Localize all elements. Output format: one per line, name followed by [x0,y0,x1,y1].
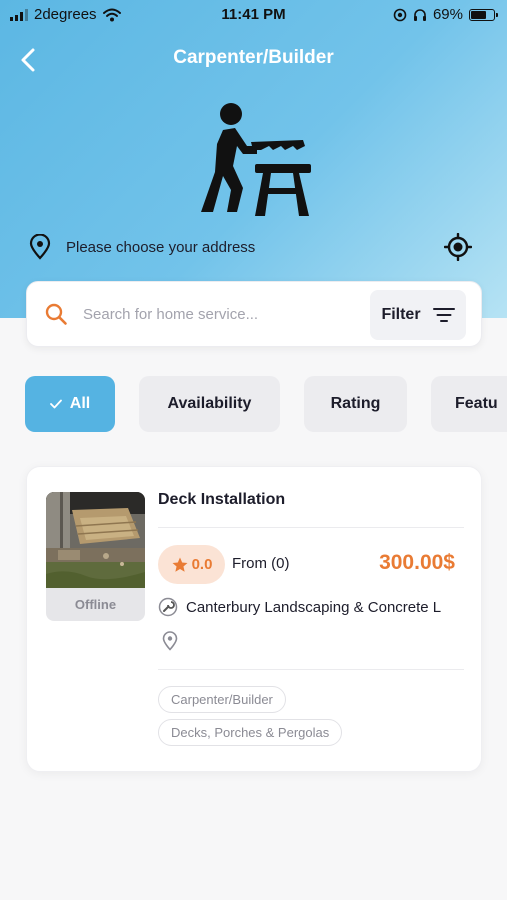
business-row: Canterbury Landscaping & Concrete L [158,595,464,619]
chip-availability[interactable]: Availability [139,376,280,432]
wrench-icon [158,597,178,617]
screen-lock-icon [393,8,407,21]
service-title: Deck Installation [158,491,286,508]
chip-rating-label: Rating [330,395,381,412]
address-picker[interactable]: Please choose your address [66,239,443,256]
divider [158,669,464,670]
chip-availability-label: Availability [167,395,252,412]
business-name: Canterbury Landscaping & Concrete L [186,598,442,616]
search-icon [43,301,69,327]
filter-chips: All Availability Rating Featu [25,376,507,432]
location-pin-icon [158,629,182,653]
filter-label: Filter [381,306,421,323]
headphones-icon [413,8,426,21]
carpenter-saw-icon [201,103,311,216]
chip-featured[interactable]: Featu [431,376,507,432]
crosshair-icon[interactable] [443,232,473,262]
search-bar: Filter [26,281,482,347]
offline-badge: Offline [46,588,145,621]
status-bar: 2degrees 11:41 PM 69% [0,0,507,30]
search-input[interactable] [83,305,353,323]
rating-value: 0.0 [191,556,213,573]
rating-badge: 0.0 [158,545,225,584]
address-row: Please choose your address [28,232,473,262]
status-right: 69% [393,6,498,23]
chip-featured-label: Featu [455,395,498,412]
service-card[interactable]: Offline Deck Installation 0.0 From (0) 3… [26,466,482,772]
header-banner: 2degrees 11:41 PM 69% Carpenter/Builder … [0,0,507,318]
chip-rating[interactable]: Rating [304,376,407,432]
service-thumbnail [46,492,145,588]
map-pin-icon [28,233,52,261]
chip-all-label: All [69,395,91,412]
service-price: 300.00$ [379,551,455,574]
star-icon [172,557,188,572]
battery-icon [469,8,498,21]
chip-all[interactable]: All [25,376,115,432]
category-tag[interactable]: Carpenter/Builder [158,686,286,713]
check-icon [49,399,62,409]
filter-button[interactable]: Filter [370,290,466,340]
review-count: From (0) [232,555,290,572]
page-title: Carpenter/Builder [173,47,334,68]
battery-percent: 69% [432,6,463,23]
divider [158,527,464,528]
subcategory-tag[interactable]: Decks, Porches & Pergolas [158,719,343,746]
filter-lines-icon [432,308,455,322]
